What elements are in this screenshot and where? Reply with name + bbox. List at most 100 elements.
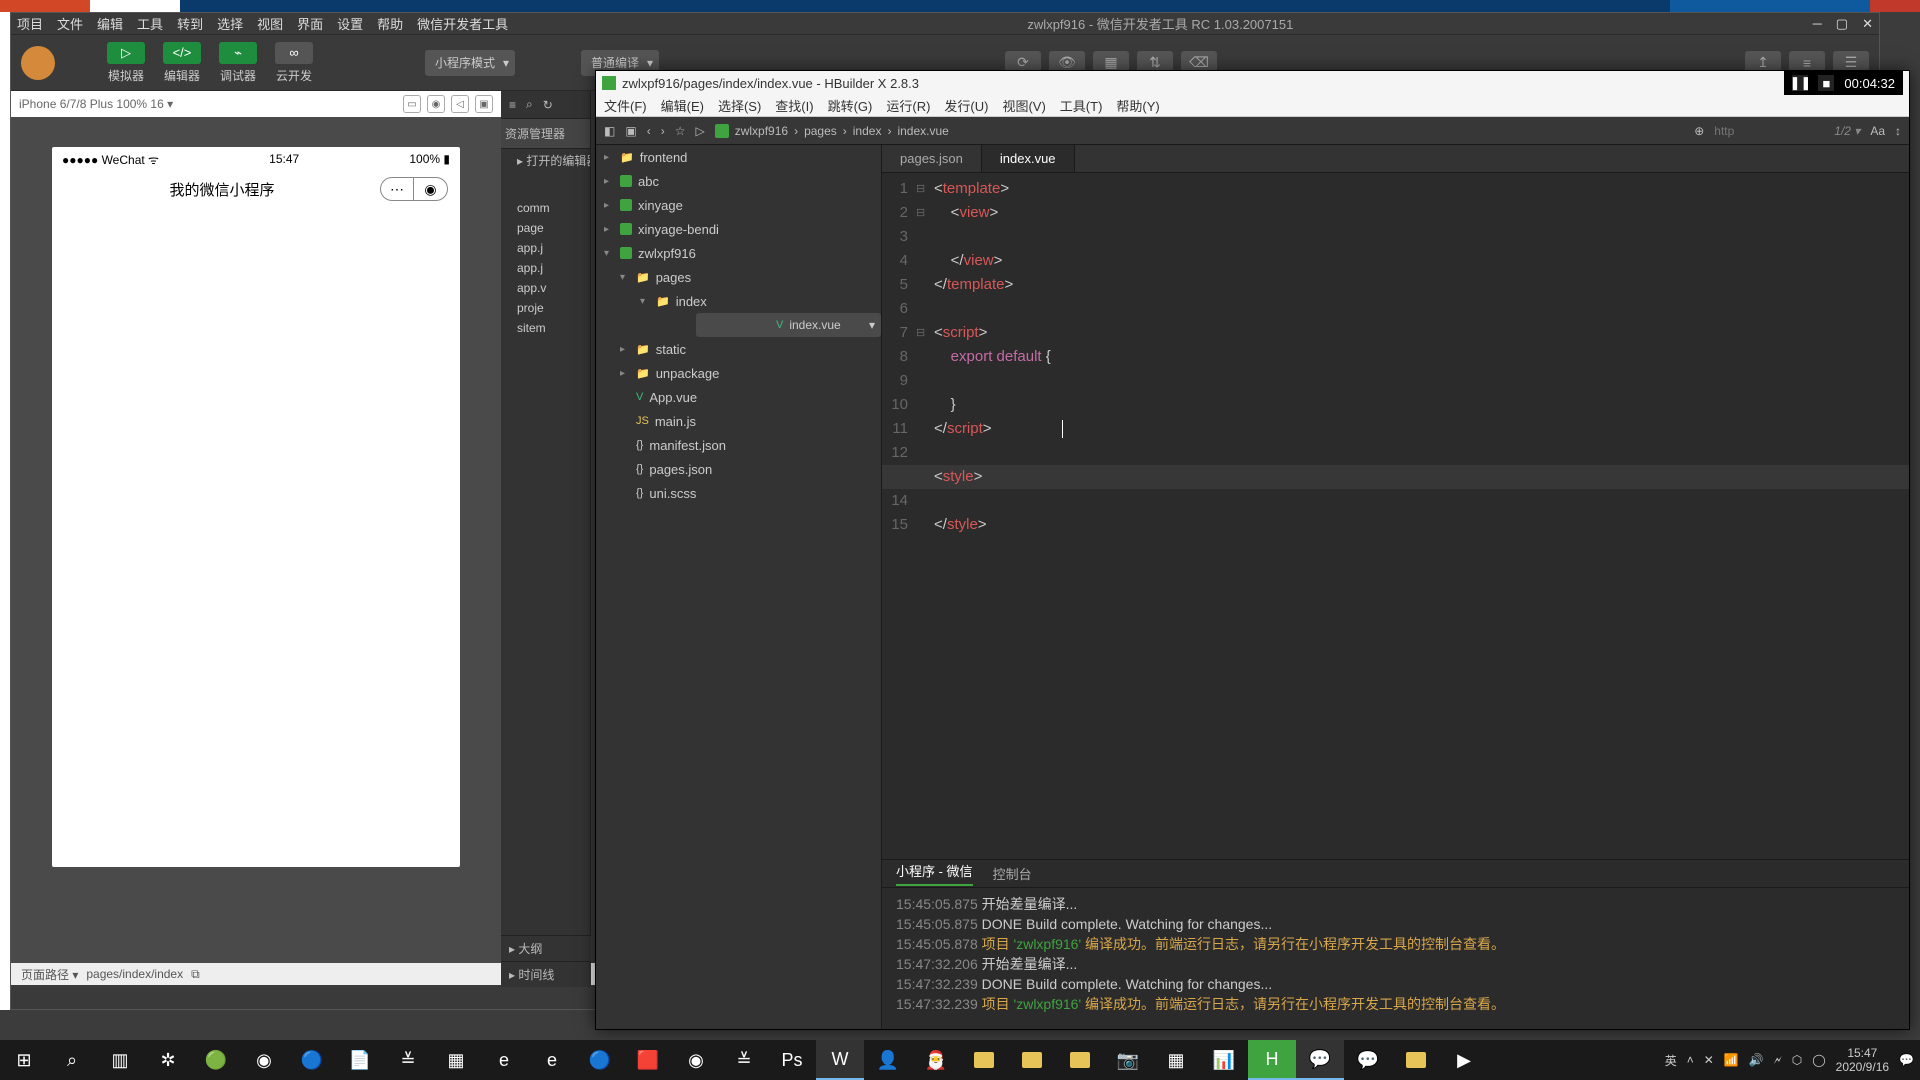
- outline-section[interactable]: ▸ 大纲: [501, 935, 591, 961]
- taskbar-wechat[interactable]: 💬: [1296, 1040, 1344, 1080]
- console-tab-miniapp[interactable]: 小程序 - 微信: [896, 861, 973, 886]
- stop-icon[interactable]: ■: [1818, 75, 1834, 91]
- taskbar-folder[interactable]: [960, 1040, 1008, 1080]
- simulator-button[interactable]: ▷模拟器: [101, 42, 151, 84]
- taskbar-app[interactable]: 💬: [1344, 1040, 1392, 1080]
- refresh-tree-icon[interactable]: ↻: [543, 98, 553, 112]
- tree-index.vue[interactable]: Vindex.vue: [696, 313, 881, 337]
- timeline-section[interactable]: ▸ 时间线: [501, 961, 591, 987]
- menu-goto[interactable]: 转到: [177, 14, 203, 33]
- search-button[interactable]: ⌕: [48, 1040, 96, 1080]
- taskbar-app[interactable]: 📊: [1200, 1040, 1248, 1080]
- console-output[interactable]: 15:45:05.875 开始差量编译...15:45:05.875 DONE …: [882, 888, 1909, 1029]
- taskbar-app[interactable]: 📷: [1104, 1040, 1152, 1080]
- crumb-1[interactable]: pages: [804, 124, 837, 138]
- console-tab-console[interactable]: 控制台: [993, 864, 1032, 883]
- tray-chevron-icon[interactable]: ˄: [1687, 1053, 1694, 1067]
- device-select[interactable]: iPhone 6/7/8 Plus 100% 16 ▾: [19, 97, 173, 111]
- back-icon[interactable]: ‹: [647, 124, 651, 138]
- taskbar-clock[interactable]: 15:472020/9/16: [1836, 1046, 1889, 1074]
- browser-icon[interactable]: ⊕: [1694, 124, 1704, 138]
- taskbar-chrome[interactable]: ◉: [240, 1040, 288, 1080]
- mute-icon[interactable]: ▭: [403, 95, 421, 113]
- tray-battery-icon[interactable]: 🗲: [1774, 1053, 1782, 1068]
- tree-unpackage[interactable]: ▸📁unpackage: [596, 361, 881, 385]
- star-icon[interactable]: ☆: [675, 124, 686, 138]
- capsule-close-icon[interactable]: ◉: [414, 177, 448, 201]
- menu-wxtool[interactable]: 微信开发者工具: [417, 14, 508, 33]
- tree-frontend[interactable]: ▸📁frontend: [596, 145, 881, 169]
- tray-wifi-icon[interactable]: 📶: [1724, 1053, 1739, 1067]
- tree-zwlxpf916[interactable]: ▾zwlxpf916: [596, 241, 881, 265]
- crumb-0[interactable]: zwlxpf916: [735, 124, 788, 138]
- tree-item[interactable]: app.j: [501, 258, 590, 278]
- menu-select[interactable]: 选择(S): [718, 96, 761, 115]
- taskbar-hbuilder[interactable]: H: [1248, 1040, 1296, 1080]
- save-icon[interactable]: ▣: [625, 124, 636, 138]
- taskbar-app[interactable]: 👤: [864, 1040, 912, 1080]
- tree-pages[interactable]: ▾📁pages: [596, 265, 881, 289]
- tree-pages.json[interactable]: {}pages.json: [596, 457, 881, 481]
- tree-App.vue[interactable]: VApp.vue: [596, 385, 881, 409]
- project-avatar-icon[interactable]: [21, 46, 55, 80]
- taskbar-app[interactable]: 🎅: [912, 1040, 960, 1080]
- taskbar-app[interactable]: ▦: [1152, 1040, 1200, 1080]
- menu-publish[interactable]: 发行(U): [944, 96, 988, 115]
- tree-item[interactable]: sitem: [501, 318, 590, 338]
- taskbar-folder[interactable]: [1008, 1040, 1056, 1080]
- tree-item[interactable]: app.j: [501, 238, 590, 258]
- window-minimize-icon[interactable]: ─: [1813, 16, 1822, 31]
- taskbar-app[interactable]: 🔵: [576, 1040, 624, 1080]
- taskbar-folder[interactable]: [1392, 1040, 1440, 1080]
- taskbar-app[interactable]: ✲: [144, 1040, 192, 1080]
- capsule-menu-icon[interactable]: ⋯: [380, 177, 414, 201]
- taskbar-edge[interactable]: e: [480, 1040, 528, 1080]
- pop-icon[interactable]: ▣: [475, 95, 493, 113]
- run-icon[interactable]: ▷: [695, 124, 704, 138]
- tree-item[interactable]: page: [501, 218, 590, 238]
- taskbar-app[interactable]: 🟥: [624, 1040, 672, 1080]
- menu-ui[interactable]: 界面: [297, 14, 323, 33]
- tree-item[interactable]: comm: [501, 198, 590, 218]
- window-close-icon[interactable]: ✕: [1862, 16, 1873, 32]
- menu-select[interactable]: 选择: [217, 14, 243, 33]
- mode-select[interactable]: 小程序模式: [425, 50, 515, 76]
- taskview-button[interactable]: ▥: [96, 1040, 144, 1080]
- search-input[interactable]: [1714, 124, 1824, 138]
- taskbar-wps[interactable]: W: [816, 1040, 864, 1080]
- menu-settings[interactable]: 设置: [337, 14, 363, 33]
- replace-icon[interactable]: ↕: [1895, 124, 1901, 138]
- taskbar-folder[interactable]: [1056, 1040, 1104, 1080]
- page-path-label[interactable]: 页面路径 ▾: [21, 966, 78, 983]
- editor-button[interactable]: </>编辑器: [157, 42, 207, 84]
- tree-uni.scss[interactable]: {}uni.scss: [596, 481, 881, 505]
- tree-open-editors[interactable]: ▸ 打开的编辑器: [501, 149, 590, 172]
- crumb-2[interactable]: index: [853, 124, 882, 138]
- taskbar-qq[interactable]: 🔵: [288, 1040, 336, 1080]
- taskbar-app[interactable]: 🟢: [192, 1040, 240, 1080]
- record-icon[interactable]: ◉: [427, 95, 445, 113]
- tray-icon[interactable]: ✕: [1704, 1053, 1714, 1067]
- taskbar-app[interactable]: 📄: [336, 1040, 384, 1080]
- back-icon[interactable]: ◁: [451, 95, 469, 113]
- tree-static[interactable]: ▸📁static: [596, 337, 881, 361]
- menu-run[interactable]: 运行(R): [886, 96, 930, 115]
- start-button[interactable]: ⊞: [0, 1040, 48, 1080]
- menu-edit[interactable]: 编辑: [97, 14, 123, 33]
- taskbar-ps[interactable]: Ps: [768, 1040, 816, 1080]
- menu-edit[interactable]: 编辑(E): [661, 96, 704, 115]
- menu-find[interactable]: 查找(I): [775, 96, 813, 115]
- menu-project[interactable]: 项目: [17, 14, 43, 33]
- editor-tab-index.vue[interactable]: index.vue: [982, 145, 1075, 172]
- menu-file[interactable]: 文件(F): [604, 96, 647, 115]
- tree-xinyage[interactable]: ▸xinyage: [596, 193, 881, 217]
- tray-icon[interactable]: ◯: [1812, 1053, 1825, 1067]
- tray-icon[interactable]: ⬡: [1792, 1053, 1802, 1067]
- taskbar-app[interactable]: ◉: [672, 1040, 720, 1080]
- tray-volume-icon[interactable]: 🔊: [1749, 1053, 1764, 1067]
- search-icon[interactable]: ⌕: [526, 97, 533, 112]
- crumb-3[interactable]: index.vue: [897, 124, 948, 138]
- taskbar-app[interactable]: ▦: [432, 1040, 480, 1080]
- taskbar-app[interactable]: ≚: [720, 1040, 768, 1080]
- tree-abc[interactable]: ▸abc: [596, 169, 881, 193]
